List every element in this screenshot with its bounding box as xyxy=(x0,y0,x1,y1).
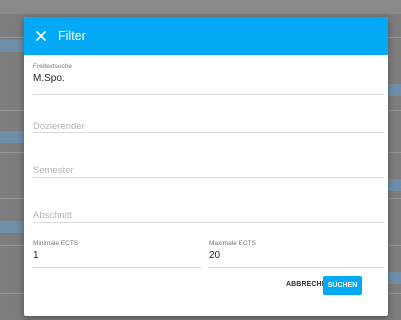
min-ects-value[interactable]: 1 xyxy=(33,250,39,262)
background-accent xyxy=(0,40,24,52)
dialog-header: Filter xyxy=(24,17,388,55)
background-header xyxy=(0,0,401,14)
dialog-title: Filter xyxy=(58,29,86,43)
field-underline xyxy=(33,222,384,223)
search-button-label: SUCHEN xyxy=(327,282,358,289)
min-ects-label: Minimale ECTS xyxy=(33,240,79,247)
max-ects-field[interactable]: Maximale ECTS 20 xyxy=(209,240,384,268)
dozierender-field[interactable]: Dozierender xyxy=(33,100,384,133)
min-ects-field[interactable]: Minimale ECTS 1 xyxy=(33,240,201,268)
freitextsuche-value[interactable]: M.Spo. xyxy=(33,73,65,85)
filter-dialog: Filter Freitextsuche M.Spo. Dozierender … xyxy=(24,17,388,316)
field-underline xyxy=(33,267,201,268)
field-underline xyxy=(33,94,384,95)
freitextsuche-field[interactable]: Freitextsuche M.Spo. xyxy=(33,63,384,95)
background-accent xyxy=(388,179,401,191)
background-accent xyxy=(0,221,24,233)
abschnitt-field[interactable]: Abschnitt xyxy=(33,190,384,223)
max-ects-label: Maximale ECTS xyxy=(209,240,256,247)
max-ects-value[interactable]: 20 xyxy=(209,250,220,262)
background-accent xyxy=(0,131,24,143)
semester-field[interactable]: Semester xyxy=(33,145,384,178)
abschnitt-placeholder: Abschnitt xyxy=(33,210,73,221)
field-underline xyxy=(209,267,384,268)
close-icon[interactable] xyxy=(34,29,48,43)
field-underline xyxy=(33,177,384,178)
search-button[interactable]: SUCHEN xyxy=(323,276,362,295)
semester-placeholder: Semester xyxy=(33,165,74,176)
background-accent xyxy=(388,272,401,284)
background-accent xyxy=(388,84,401,96)
freitextsuche-label: Freitextsuche xyxy=(33,63,73,70)
field-underline xyxy=(33,132,384,133)
